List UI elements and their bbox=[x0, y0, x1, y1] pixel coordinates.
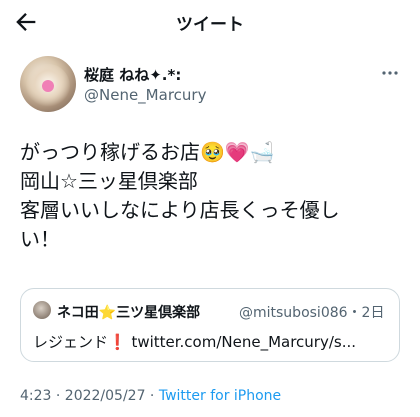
quoted-display-name: ネコ田⭐三ツ星倶楽部 bbox=[57, 305, 201, 321]
top-bar: ツイート bbox=[0, 0, 420, 44]
quoted-tweet[interactable]: ネコ田⭐三ツ星倶楽部 @mitsubosi086・2日 レジェンド❗ twitt… bbox=[20, 288, 400, 362]
tweet-line: 客層いいしなにより店長くっそ優し bbox=[20, 198, 340, 222]
tweet-meta: 4:23 · 2022/05/27 · Twitter for iPhone bbox=[20, 388, 281, 404]
tweet-line: 岡山☆三ッ星倶楽部 bbox=[20, 169, 198, 193]
tweet-author: 桜庭 ねね✦.*: @Nene_Marcury bbox=[20, 56, 400, 112]
tweet-line: がっつり稼げるお店🥹💗🛁 bbox=[20, 140, 275, 164]
author-handle[interactable]: @Nene_Marcury bbox=[84, 86, 206, 104]
timestamp: 4:23 · 2022/05/27 · bbox=[20, 388, 159, 404]
tweet-text: がっつり稼げるお店🥹💗🛁 岡山☆三ッ星倶楽部 客層いいしなにより店長くっそ優し … bbox=[20, 138, 410, 254]
quoted-text: レジェンド❗ twitter.com/Nene_Marcury/s... bbox=[33, 333, 357, 351]
quoted-avatar bbox=[33, 301, 51, 319]
author-display-name[interactable]: 桜庭 ねね✦.*: bbox=[84, 64, 181, 85]
avatar[interactable] bbox=[20, 56, 76, 112]
more-options-icon[interactable] bbox=[380, 68, 400, 78]
quoted-handle-time: @mitsubosi086・2日 bbox=[239, 305, 385, 321]
tweet-line: い！ bbox=[20, 227, 60, 251]
source-link[interactable]: Twitter for iPhone bbox=[159, 388, 281, 404]
page-title: ツイート bbox=[176, 15, 244, 35]
